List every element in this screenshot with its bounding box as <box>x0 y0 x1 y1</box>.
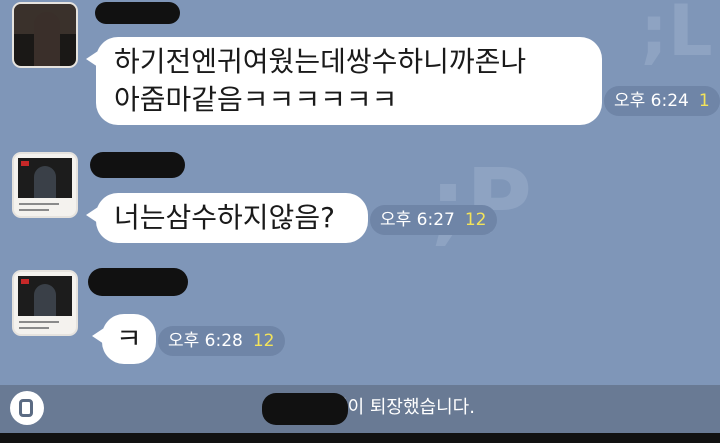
bubble-tail <box>86 207 98 223</box>
message-line: ㅋ <box>116 322 142 355</box>
sender-name-redacted <box>90 152 185 178</box>
system-notice-bar: 님이 퇴장했습니다. <box>0 385 720 433</box>
message-bubble[interactable]: 너는삼수하지않음? <box>86 193 368 243</box>
unread-count: 1 <box>698 91 710 111</box>
message-bubble[interactable]: ㅋ <box>92 314 156 364</box>
avatar-image <box>18 158 72 198</box>
message-meta: 오후 6:24 1 <box>604 86 720 116</box>
sender-name-redacted <box>95 2 180 24</box>
avatar-silhouette <box>34 12 60 66</box>
message-time: 오후 6:28 <box>168 331 243 351</box>
notice-name-redacted <box>262 393 348 425</box>
message-time: 오후 6:27 <box>380 210 455 230</box>
background-watermark: ;P <box>430 150 532 255</box>
chat-room: { "messages": [ { "lines": ["하기전엔귀여웠는데쌍수… <box>0 0 720 443</box>
bottom-edge <box>0 433 720 443</box>
message-line: 하기전엔귀여웠는데쌍수하니까존나 <box>114 45 527 78</box>
message-line: 아줌마같음ㅋㅋㅋㅋㅋㅋ <box>114 83 398 116</box>
bubble-tail <box>86 51 98 67</box>
notice-message: 님이 퇴장했습니다. <box>331 397 475 418</box>
avatar-image <box>18 276 72 316</box>
message-time: 오후 6:24 <box>614 91 689 111</box>
system-notice-text: 님이 퇴장했습니다. <box>0 385 720 433</box>
avatar-caption-line <box>19 209 49 211</box>
message-line: 너는삼수하지않음? <box>114 201 335 234</box>
avatar[interactable] <box>12 152 78 218</box>
message-bubble[interactable]: 하기전엔귀여웠는데쌍수하니까존나 아줌마같음ㅋㅋㅋㅋㅋㅋ <box>86 37 602 125</box>
bubble-tail <box>92 328 104 344</box>
avatar-caption-line <box>19 321 59 323</box>
avatar-caption-line <box>19 203 59 205</box>
unread-count: 12 <box>252 331 275 351</box>
avatar-caption-line <box>19 327 49 329</box>
message-meta: 오후 6:27 12 <box>370 205 497 235</box>
background-watermark: ;L <box>640 0 713 72</box>
avatar[interactable] <box>12 270 78 336</box>
unread-count: 12 <box>464 210 487 230</box>
sender-name-redacted <box>88 268 188 296</box>
message-meta: 오후 6:28 12 <box>158 326 285 356</box>
avatar[interactable] <box>12 2 78 68</box>
